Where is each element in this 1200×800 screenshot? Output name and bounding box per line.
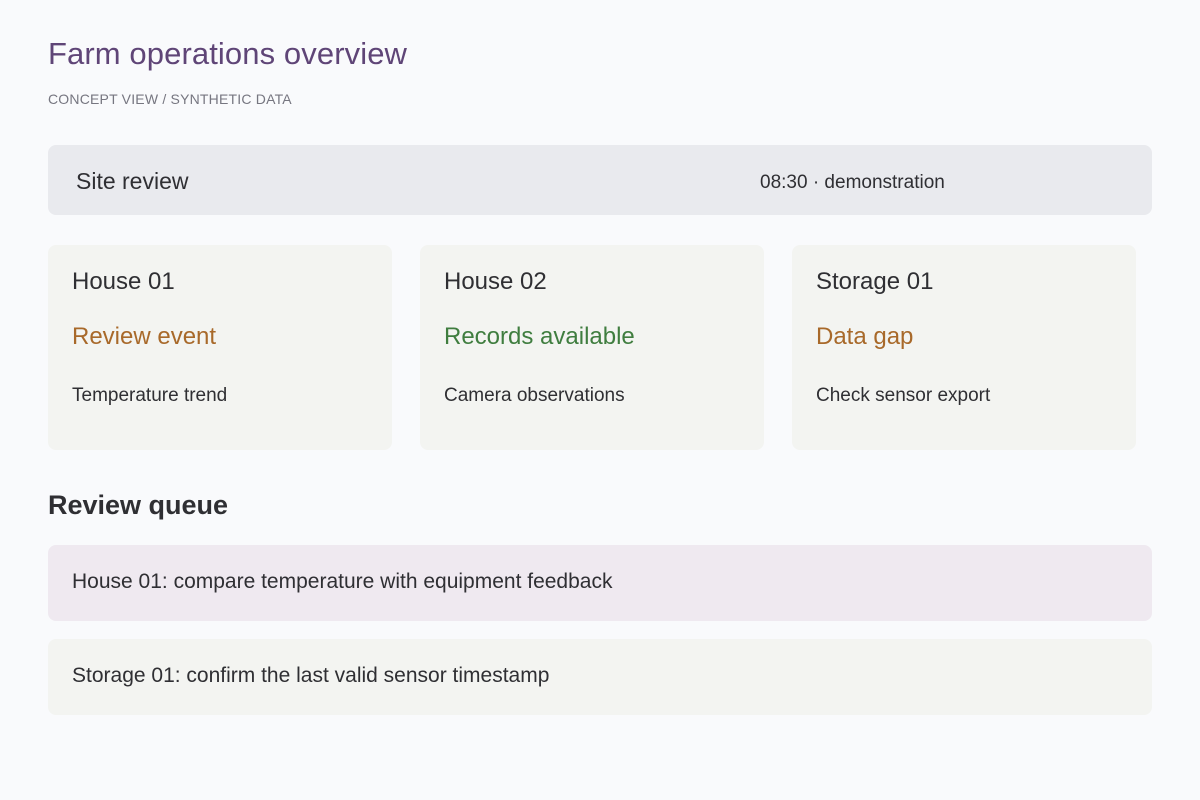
review-queue-item[interactable]: Storage 01: confirm the last valid senso… xyxy=(48,639,1152,715)
review-queue-item[interactable]: House 01: compare temperature with equip… xyxy=(48,545,1152,621)
site-review-meta: 08:30 · demonstration xyxy=(760,172,945,193)
page-title: Farm operations overview xyxy=(48,36,408,71)
site-review-bar: Site review 08:30 · demonstration xyxy=(48,145,1152,215)
review-queue-title: Review queue xyxy=(48,490,229,520)
location-name: House 02 xyxy=(444,268,547,295)
location-status: Records available xyxy=(444,323,635,350)
location-card-house-01[interactable]: House 01 Review event Temperature trend xyxy=(48,245,392,450)
location-detail: Temperature trend xyxy=(72,385,228,406)
review-queue-item-text: House 01: compare temperature with equip… xyxy=(72,570,613,593)
location-status: Data gap xyxy=(816,323,914,350)
review-queue-item-text: Storage 01: confirm the last valid senso… xyxy=(72,664,550,687)
location-card-storage-01[interactable]: Storage 01 Data gap Check sensor export xyxy=(792,245,1136,450)
location-name: Storage 01 xyxy=(816,268,934,295)
location-name: House 01 xyxy=(72,268,175,295)
farm-overview-page: Farm operations overview CONCEPT VIEW / … xyxy=(0,0,1200,800)
location-status: Review event xyxy=(72,323,217,350)
site-review-label: Site review xyxy=(76,168,189,194)
location-detail: Check sensor export xyxy=(816,385,991,406)
page-subtitle: CONCEPT VIEW / SYNTHETIC DATA xyxy=(48,91,292,107)
location-cards: House 01 Review event Temperature trend … xyxy=(48,245,1136,450)
location-card-house-02[interactable]: House 02 Records available Camera observ… xyxy=(420,245,764,450)
location-detail: Camera observations xyxy=(444,385,625,406)
